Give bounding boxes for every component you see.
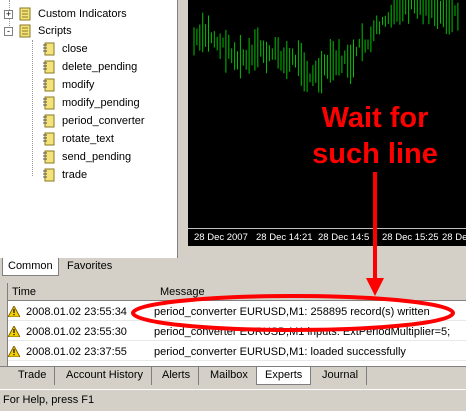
- script-icon: [43, 96, 55, 110]
- tab-mailbox[interactable]: Mailbox: [202, 367, 257, 385]
- script-icon: [43, 42, 55, 56]
- status-text: For Help, press F1: [3, 394, 95, 406]
- tab-alerts[interactable]: Alerts: [154, 367, 200, 385]
- script-item-send-pending[interactable]: send_pending: [42, 148, 131, 166]
- status-bar: For Help, press F1: [0, 389, 466, 411]
- collapse-icon[interactable]: -: [4, 26, 13, 36]
- candlestick-series: [193, 0, 459, 94]
- script-label: delete_pending: [62, 61, 138, 73]
- tab-common[interactable]: Common: [2, 258, 59, 276]
- script-label: trade: [62, 169, 88, 181]
- log-time: 2008.01.02 23:55:34: [26, 305, 127, 318]
- log-message: period_converter EURUSD,M1: 258895 recor…: [154, 305, 430, 318]
- script-item-delete-pending[interactable]: delete_pending: [42, 58, 137, 76]
- script-item-trade[interactable]: trade: [42, 166, 87, 184]
- navigator-panel: + Custom Indicators - Scripts close dele…: [0, 0, 178, 262]
- expand-icon[interactable]: +: [4, 9, 13, 19]
- tab-favorites[interactable]: Favorites: [62, 258, 117, 276]
- time-tick-label: 28 Dec 15:25: [382, 232, 439, 243]
- tab-experts[interactable]: Experts: [256, 367, 312, 385]
- script-icon: [43, 132, 55, 146]
- log-message: period_converter EURUSD,M1 inputs: ExtPe…: [154, 325, 451, 338]
- tree-item-scripts[interactable]: - Scripts: [4, 22, 72, 40]
- script-item-modify-pending[interactable]: modify_pending: [42, 94, 140, 112]
- script-icon: [43, 114, 55, 128]
- annotation-text: Wait for such line: [312, 102, 438, 170]
- script-item-rotate-text[interactable]: rotate_text: [42, 130, 114, 148]
- log-row[interactable]: 2008.01.02 23:55:34 period_converter EUR…: [8, 303, 466, 321]
- warning-icon: [8, 326, 20, 337]
- indicator-folder-icon: [19, 7, 31, 21]
- tab-trade[interactable]: Trade: [10, 367, 56, 385]
- tab-journal[interactable]: Journal: [314, 367, 368, 385]
- terminal-header: Time Message: [0, 283, 466, 301]
- column-header-message[interactable]: Message: [160, 286, 205, 298]
- script-icon: [43, 78, 55, 92]
- tree-item-custom-indicators[interactable]: + Custom Indicators: [4, 5, 127, 23]
- script-icon: [43, 60, 55, 74]
- terminal-tabs: Trade Account History Alerts Mailbox Exp…: [0, 366, 466, 386]
- script-icon: [43, 168, 55, 182]
- script-icon: [43, 150, 55, 164]
- column-header-time[interactable]: Time: [12, 286, 36, 298]
- time-tick-label: 28 Dec 2007: [194, 232, 248, 243]
- script-label: rotate_text: [62, 133, 114, 145]
- tree-line: [32, 40, 33, 176]
- script-item-close[interactable]: close: [42, 40, 88, 58]
- script-label: period_converter: [62, 115, 145, 127]
- log-row[interactable]: 2008.01.02 23:55:30 period_converter EUR…: [8, 323, 466, 341]
- tree-item-label: Custom Indicators: [38, 8, 127, 20]
- script-item-period-converter[interactable]: period_converter: [42, 112, 145, 130]
- log-row[interactable]: 2008.01.02 23:37:55 period_converter EUR…: [8, 343, 466, 361]
- script-label: close: [62, 43, 88, 55]
- time-tick-label: 28 Dec 14:21: [256, 232, 313, 243]
- time-tick-label: 28 Dec: [442, 232, 466, 243]
- script-label: modify: [62, 79, 95, 91]
- script-item-modify[interactable]: modify: [42, 76, 94, 94]
- time-axis: 28 Dec 2007 28 Dec 14:21 28 Dec 14:5 28 …: [188, 228, 466, 246]
- navigator-tabs: Common Favorites: [0, 258, 178, 279]
- tree-item-label: Scripts: [38, 25, 72, 37]
- warning-icon: [8, 346, 20, 357]
- log-message: period_converter EURUSD,M1: loaded succe…: [154, 345, 406, 358]
- tab-account-history[interactable]: Account History: [58, 367, 153, 385]
- log-time: 2008.01.02 23:37:55: [26, 345, 127, 358]
- script-label: modify_pending: [62, 97, 140, 109]
- log-time: 2008.01.02 23:55:30: [26, 325, 127, 338]
- time-tick-label: 28 Dec 14:5: [318, 232, 370, 243]
- script-label: send_pending: [62, 151, 132, 163]
- warning-icon: [8, 306, 20, 317]
- scripts-folder-icon: [19, 24, 31, 38]
